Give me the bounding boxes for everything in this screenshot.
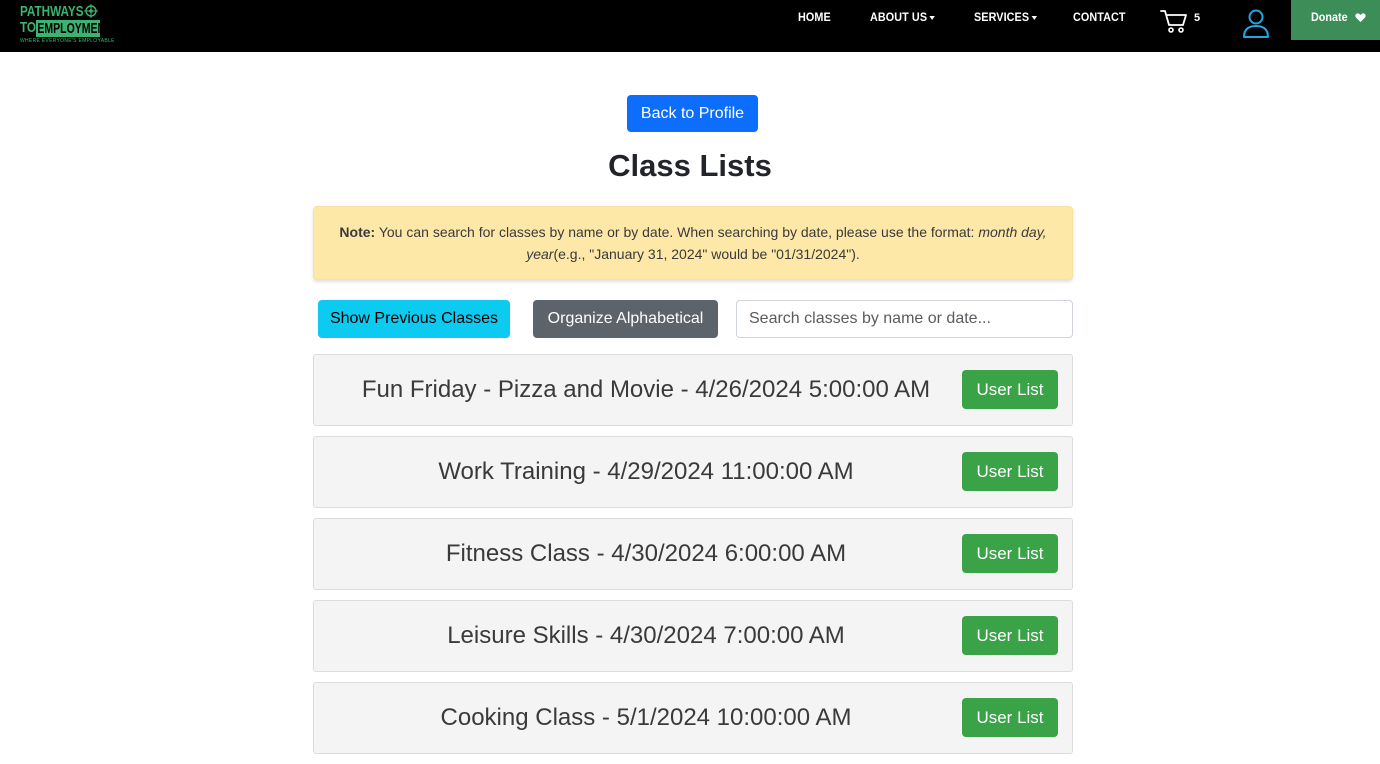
compass-emblem-icon (84, 4, 98, 18)
class-title: Cooking Class - 5/1/2024 10:00:00 AM (440, 704, 852, 731)
nav-contact[interactable]: CONTACT (1073, 10, 1126, 24)
user-list-button[interactable]: User List (962, 370, 1058, 409)
user-icon[interactable] (1240, 7, 1272, 39)
logo-line-1: PATHWAYS (20, 3, 84, 20)
show-previous-classes-button[interactable]: Show Previous Classes (318, 300, 510, 338)
top-navbar: PATHWAYS TO EMPLOYMENT WHERE EVERYONE'S … (0, 0, 1380, 52)
search-note-alert: Note: You can search for classes by name… (313, 206, 1073, 280)
nav-about-us-label: ABOUT US (870, 10, 928, 24)
class-list-item: Cooking Class - 5/1/2024 10:00:00 AM Use… (313, 682, 1073, 754)
class-title: Fitness Class - 4/30/2024 6:00:00 AM (445, 540, 847, 567)
user-list-button[interactable]: User List (962, 698, 1058, 737)
donate-label: Donate (1311, 10, 1348, 24)
caret-down-icon (929, 15, 936, 20)
user-list-button[interactable]: User List (962, 534, 1058, 573)
donate-button[interactable]: Donate (1291, 0, 1380, 40)
nav-services[interactable]: SERVICES (974, 10, 1038, 24)
organize-alphabetical-button[interactable]: Organize Alphabetical (533, 300, 718, 338)
class-title: Leisure Skills - 4/30/2024 7:00:00 AM (447, 622, 845, 649)
cart-count: 5 (1194, 12, 1201, 24)
note-label: Note: (339, 224, 376, 240)
logo-line-2b: EMPLOYMENT (37, 20, 112, 37)
class-title: Work Training - 4/29/2024 11:00:00 AM (438, 458, 854, 485)
pathways-logo[interactable]: PATHWAYS TO EMPLOYMENT WHERE EVERYONE'S … (18, 3, 114, 46)
logo-line-2b-box: EMPLOYMENT (36, 20, 112, 37)
page-title: Class Lists (608, 148, 772, 183)
logo-line-2a: TO (20, 19, 37, 36)
user-list-button[interactable]: User List (962, 616, 1058, 655)
class-list-item: Fun Friday - Pizza and Movie - 4/26/2024… (313, 354, 1073, 426)
class-list-item: Work Training - 4/29/2024 11:00:00 AM Us… (313, 436, 1073, 508)
nav-home[interactable]: HOME (798, 10, 831, 24)
note-text: You can search for classes by name or by… (375, 224, 979, 240)
class-list-item: Leisure Skills - 4/30/2024 7:00:00 AM Us… (313, 600, 1073, 672)
note-example: (e.g., "January 31, 2024" would be "01/3… (553, 246, 860, 262)
back-to-profile-button[interactable]: Back to Profile (627, 95, 758, 132)
user-list-button[interactable]: User List (962, 452, 1058, 491)
logo-tagline: WHERE EVERYONE'S EMPLOYABLE (20, 38, 115, 44)
class-list-item: Fitness Class - 4/30/2024 6:00:00 AM Use… (313, 518, 1073, 590)
shopping-cart-icon[interactable] (1160, 8, 1188, 34)
caret-down-icon (1031, 15, 1038, 20)
nav-services-label: SERVICES (974, 10, 1030, 24)
class-search-input[interactable] (736, 300, 1073, 338)
nav-about-us[interactable]: ABOUT US (870, 10, 936, 24)
heart-icon (1355, 13, 1366, 23)
class-title: Fun Friday - Pizza and Movie - 4/26/2024… (361, 376, 931, 403)
